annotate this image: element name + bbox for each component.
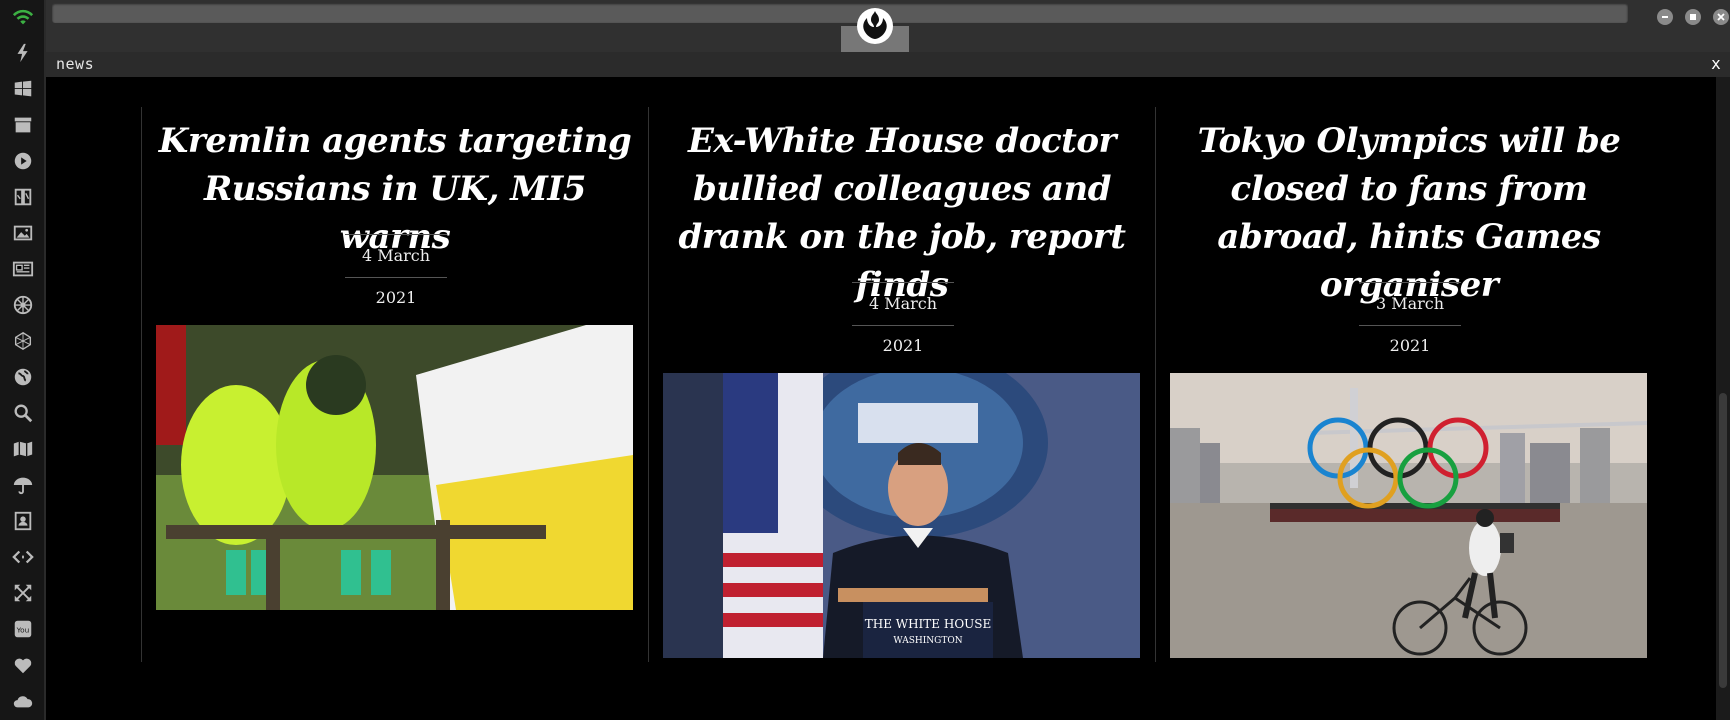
content-scrollbar[interactable] bbox=[1716, 77, 1730, 720]
svg-text:WASHINGTON: WASHINGTON bbox=[893, 636, 962, 646]
minimize-button[interactable] bbox=[1657, 9, 1673, 25]
close-tab-button[interactable]: x bbox=[1708, 56, 1724, 72]
article-date: 3 March 2021 bbox=[1359, 282, 1461, 355]
window-title-bar: news x bbox=[46, 52, 1730, 77]
svg-text:You: You bbox=[16, 626, 30, 635]
article-card: Tokyo Olympics will be closed to fans fr… bbox=[1155, 107, 1662, 662]
search-icon[interactable] bbox=[0, 396, 46, 430]
contacts-icon[interactable] bbox=[0, 504, 46, 538]
top-bar bbox=[46, 0, 1730, 52]
window-title: news bbox=[56, 55, 95, 73]
white-house-podium-photo: THE WHITE HOUSE WASHINGTON bbox=[663, 373, 1140, 658]
article-date: 4 March 2021 bbox=[345, 234, 447, 307]
article-title[interactable]: Ex-White House doctor bullied colleagues… bbox=[663, 117, 1141, 309]
article-date: 4 March 2021 bbox=[852, 282, 954, 355]
image-icon[interactable] bbox=[0, 216, 46, 250]
map-icon[interactable] bbox=[0, 432, 46, 466]
olympic-rings-photo bbox=[1170, 373, 1647, 658]
article-image[interactable] bbox=[156, 325, 633, 610]
rebel-logo[interactable] bbox=[841, 0, 909, 52]
article-title[interactable]: Tokyo Olympics will be closed to fans fr… bbox=[1170, 117, 1648, 309]
svg-text:THE WHITE HOUSE: THE WHITE HOUSE bbox=[865, 617, 992, 631]
close-window-button[interactable] bbox=[1713, 9, 1729, 25]
launcher-sidebar: You bbox=[0, 0, 46, 720]
article-image[interactable]: THE WHITE HOUSE WASHINGTON bbox=[663, 373, 1140, 658]
address-bar[interactable] bbox=[52, 3, 1628, 23]
rebel-alliance-icon bbox=[857, 8, 893, 44]
map-book-icon[interactable] bbox=[0, 180, 46, 214]
cloud-icon[interactable] bbox=[0, 684, 46, 718]
newspaper-icon[interactable] bbox=[0, 252, 46, 286]
article-card: Ex-White House doctor bullied colleagues… bbox=[648, 107, 1155, 662]
bolt-icon[interactable] bbox=[0, 36, 46, 70]
article-card: Kremlin agents targeting Russians in UK,… bbox=[141, 107, 648, 662]
archive-icon[interactable] bbox=[0, 108, 46, 142]
hazmat-suits-photo bbox=[156, 325, 633, 610]
scrollbar-thumb[interactable] bbox=[1719, 393, 1727, 688]
article-image[interactable] bbox=[1170, 373, 1647, 658]
umbrella-icon[interactable] bbox=[0, 468, 46, 502]
windows-icon[interactable] bbox=[0, 72, 46, 106]
expand-icon[interactable] bbox=[0, 576, 46, 610]
empire-icon[interactable] bbox=[0, 288, 46, 322]
play-icon[interactable] bbox=[0, 144, 46, 178]
wifi-icon[interactable] bbox=[0, 0, 46, 34]
maximize-button[interactable] bbox=[1685, 9, 1701, 25]
youtube-icon[interactable]: You bbox=[0, 612, 46, 646]
heart-icon[interactable] bbox=[0, 648, 46, 682]
globe-icon[interactable] bbox=[0, 360, 46, 394]
code-icon[interactable] bbox=[0, 540, 46, 574]
network-icon[interactable] bbox=[0, 324, 46, 358]
news-feed: Kremlin agents targeting Russians in UK,… bbox=[46, 77, 1716, 720]
